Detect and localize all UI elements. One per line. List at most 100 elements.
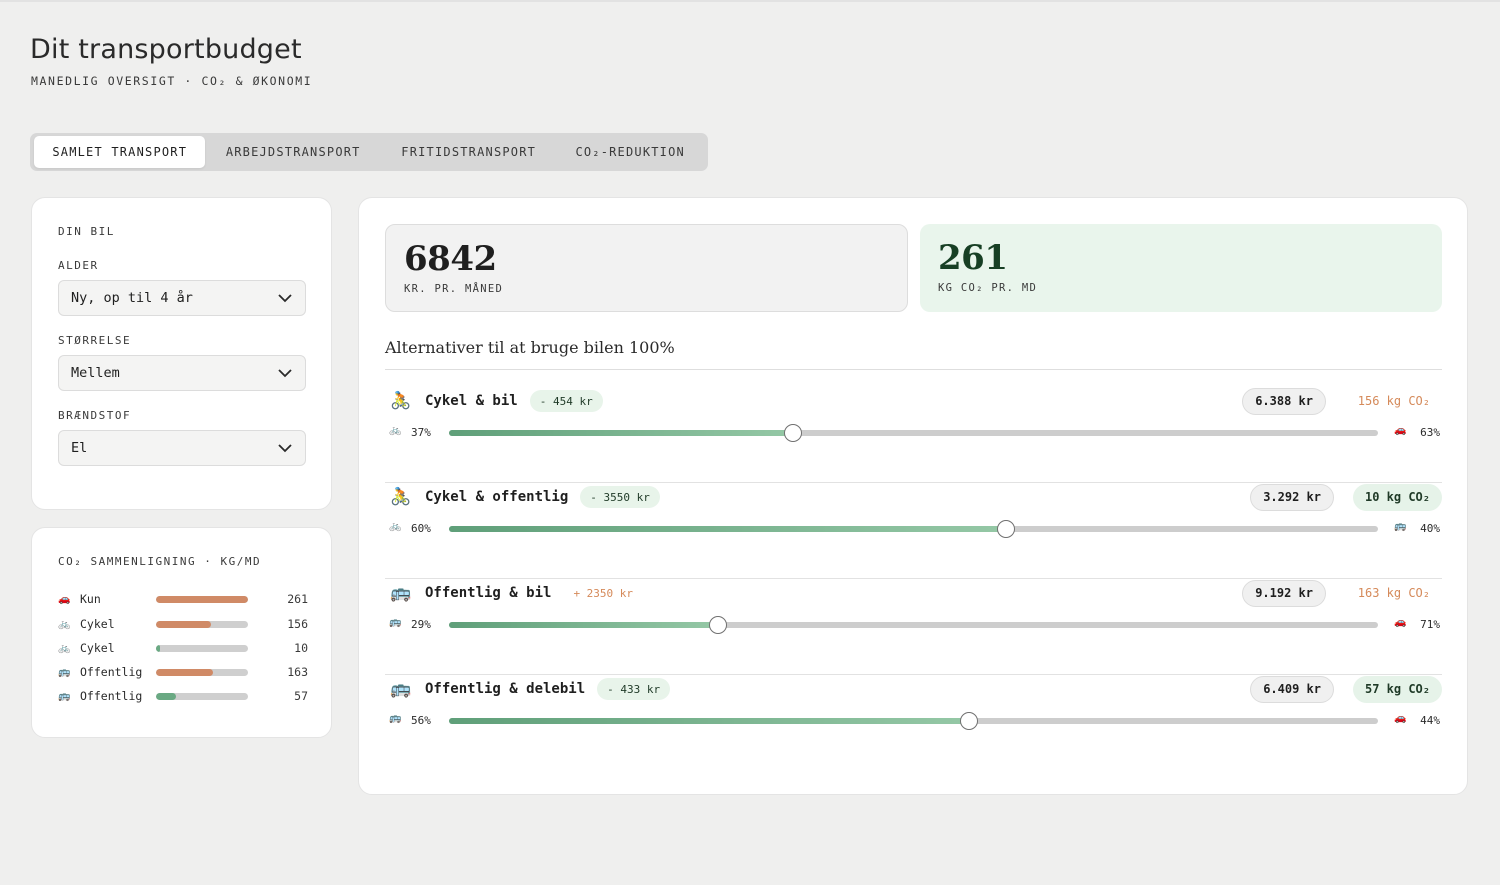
cost-delta-badge: - 3550 kr xyxy=(580,486,660,508)
comparison-bar xyxy=(156,595,248,603)
car-heading: DIN BIL xyxy=(58,225,115,238)
comparison-bar-fill xyxy=(156,644,160,652)
right-percent: 63% xyxy=(1420,426,1440,439)
comparison-value: 261 xyxy=(287,592,308,606)
alternatives-title: Alternativer til at bruge bilen 100% xyxy=(385,338,675,357)
size-select[interactable]: Mellem xyxy=(58,355,306,391)
comparison-bar xyxy=(156,692,248,700)
chevron-down-icon xyxy=(278,369,292,378)
bus-icon: 🚌 xyxy=(58,690,71,702)
fuel-select[interactable]: El xyxy=(58,430,306,466)
cost-delta-badge: - 454 kr xyxy=(529,390,603,412)
comparison-bar xyxy=(156,644,248,652)
cost-label: KR. PR. MÅNED xyxy=(404,283,504,295)
comparison-bar xyxy=(156,620,248,628)
car-icon: 🚗 xyxy=(1394,713,1407,724)
comparison-row: 🚌 Offentlig 57 xyxy=(58,687,308,705)
alternative-header: 🚴 Cykel & offentlig - 3550 kr 3.292 kr 10 kg… xyxy=(385,483,1442,511)
cost-value: 6842 xyxy=(404,239,497,279)
comparison-name: Offentlig xyxy=(80,665,143,679)
tab-bar: SAMLET TRANSPORT ARBEJDSTRANSPORT FRITID… xyxy=(30,133,708,171)
alternative-header: 🚌 Offentlig & delebil - 433 kr 6.409 kr 57 k… xyxy=(385,675,1442,703)
comparison-value: 10 xyxy=(294,641,308,655)
alternatives-card: 6842 KR. PR. MÅNED 261 KG CO₂ PR. MD Alt… xyxy=(358,197,1468,795)
comparison-bar-fill xyxy=(156,620,212,628)
slider-track[interactable] xyxy=(449,616,1378,634)
tab-fritidstransport[interactable]: FRITIDSTRANSPORT xyxy=(381,136,556,168)
age-select-value: Ny, op til 4 år xyxy=(71,290,193,306)
slider-track[interactable] xyxy=(449,520,1378,538)
comparison-row: 🚲 Cykel 10 xyxy=(58,639,308,657)
alternative-row: 🚴 Cykel & offentlig - 3550 kr 3.292 kr 10 kg… xyxy=(385,483,1442,579)
age-select[interactable]: Ny, op til 4 år xyxy=(58,280,306,316)
cyclist-icon: 🚴 xyxy=(390,391,412,411)
tab-samlet-transport[interactable]: SAMLET TRANSPORT xyxy=(34,136,206,168)
co2-pill: 163 kg CO₂ xyxy=(1357,586,1430,600)
slider-thumb[interactable] xyxy=(783,424,802,442)
comparison-bar-fill xyxy=(156,668,214,676)
bus-icon: 🚌 xyxy=(58,666,71,678)
top-border xyxy=(0,0,1500,2)
slider-fill xyxy=(449,718,970,724)
bike-icon: 🚲 xyxy=(58,618,71,630)
right-percent: 44% xyxy=(1420,714,1440,727)
right-percent: 71% xyxy=(1420,618,1440,631)
cost-delta-badge: + 2350 kr xyxy=(573,586,634,600)
comparison-name: Kun xyxy=(80,592,101,606)
co2-label: KG CO₂ PR. MD xyxy=(938,282,1038,294)
bus-icon: 🚌 xyxy=(1394,521,1407,532)
comparison-value: 57 xyxy=(294,689,308,703)
co2-pill: 156 kg CO₂ xyxy=(1357,394,1430,408)
split-slider: 🚲 60% 🚌 40% xyxy=(385,519,1442,539)
slider-thumb[interactable] xyxy=(709,616,728,634)
page-subtitle: MANEDLIG OVERSIGT · CO₂ & ØKONOMI xyxy=(31,74,313,88)
slider-fill xyxy=(449,430,793,436)
comparison-name: Offentlig xyxy=(80,689,143,703)
fuel-label: BRÆNDSTOF xyxy=(58,409,132,422)
comparison-row: 🚲 Cykel 156 xyxy=(58,615,308,633)
slider-fill xyxy=(449,526,1007,532)
bus-icon: 🚌 xyxy=(389,617,402,628)
cyclist-icon: 🚴 xyxy=(390,487,412,507)
co2-pill: 10 kg CO₂ xyxy=(1352,483,1442,511)
alternative-name: Cykel & offentlig xyxy=(425,489,569,505)
tab-arbejdstransport[interactable]: ARBEJDSTRANSPORT xyxy=(205,136,380,168)
alternative-row: 🚴 Cykel & bil - 454 kr 6.388 kr 156 kg CO₂ 🚲 3… xyxy=(385,387,1442,483)
cost-pill: 6.388 kr xyxy=(1242,387,1326,415)
size-select-value: Mellem xyxy=(71,365,120,381)
fuel-select-value: El xyxy=(71,440,88,456)
split-slider: 🚲 37% 🚗 63% xyxy=(385,423,1442,443)
comparison-row: 🚗 Kun 261 xyxy=(58,590,308,608)
right-percent: 40% xyxy=(1420,522,1440,535)
split-slider: 🚌 29% 🚗 71% xyxy=(385,615,1442,635)
page-title: Dit transportbudget xyxy=(30,34,302,65)
age-label: ALDER xyxy=(58,259,99,272)
alternative-header: 🚌 Offentlig & bil + 2350 kr 9.192 kr 163 kg … xyxy=(385,579,1442,607)
tab-co2-reduktion[interactable]: CO₂-REDUKTION xyxy=(556,136,704,168)
left-percent: 37% xyxy=(411,426,431,439)
bus-icon: 🚌 xyxy=(390,583,412,603)
chevron-down-icon xyxy=(278,294,292,303)
slider-thumb[interactable] xyxy=(960,712,979,730)
cost-delta-badge: - 433 kr xyxy=(597,678,671,700)
bike-icon: 🚲 xyxy=(389,425,402,436)
cost-pill: 9.192 kr xyxy=(1242,579,1326,607)
slider-track[interactable] xyxy=(449,424,1378,442)
slider-fill xyxy=(449,622,719,628)
left-percent: 29% xyxy=(411,618,431,631)
left-percent: 56% xyxy=(411,714,431,727)
slider-thumb[interactable] xyxy=(997,520,1016,538)
slider-track[interactable] xyxy=(449,712,1378,730)
car-icon: 🚗 xyxy=(58,593,71,605)
alternative-header: 🚴 Cykel & bil - 454 kr 6.388 kr 156 kg CO₂ xyxy=(385,387,1442,415)
co2-pill: 57 kg CO₂ xyxy=(1352,675,1442,703)
size-label: STØRRELSE xyxy=(58,334,132,347)
comparison-value: 163 xyxy=(287,665,308,679)
alternative-name: Offentlig & delebil xyxy=(425,681,586,697)
co2-stat: 261 KG CO₂ PR. MD xyxy=(920,224,1442,312)
split-slider: 🚌 56% 🚗 44% xyxy=(385,711,1442,731)
car-settings-card: DIN BIL ALDER Ny, op til 4 år STØRRELSE … xyxy=(31,197,332,510)
cost-pill: 6.409 kr xyxy=(1250,675,1334,703)
bike-icon: 🚲 xyxy=(58,642,71,654)
bike-icon: 🚲 xyxy=(389,521,402,532)
